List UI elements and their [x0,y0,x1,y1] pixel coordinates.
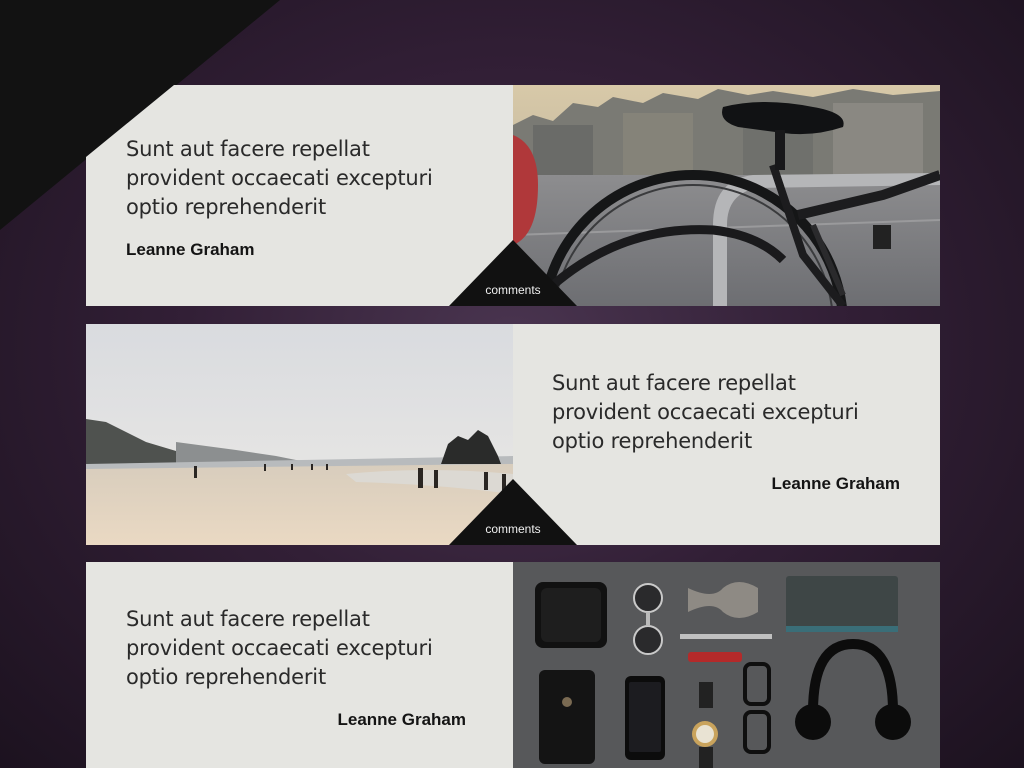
post-author[interactable]: Leanne Graham [552,474,901,494]
beach-photo [86,324,513,545]
post-title-line: Sunt aut facere repellat [126,137,370,161]
post-text-1: Sunt aut facere repellat provident occae… [126,135,466,260]
post-card-1[interactable]: Sunt aut facere repellat provident occae… [86,85,940,306]
post-card-3[interactable]: Sunt aut facere repellat provident occae… [86,562,940,768]
post-title-line: Sunt aut facere repellat [552,371,796,395]
post-author[interactable]: Leanne Graham [126,240,466,260]
post-title-line: optio reprehenderit [126,665,326,689]
post-title-line: Sunt aut facere repellat [126,607,370,631]
bicycle-photo [513,85,940,306]
post-title[interactable]: Sunt aut facere repellat provident occae… [552,369,892,456]
post-title[interactable]: Sunt aut facere repellat provident occae… [126,605,466,692]
post-text-2: Sunt aut facere repellat provident occae… [552,369,900,494]
post-title-line: provident occaecati excepturi [126,166,433,190]
post-title-line: provident occaecati excepturi [552,400,859,424]
accessories-photo [513,562,940,768]
post-text-3: Sunt aut facere repellat provident occae… [126,605,466,730]
post-title-line: optio reprehenderit [126,195,326,219]
post-title-line: optio reprehenderit [552,429,752,453]
post-title[interactable]: Sunt aut facere repellat provident occae… [126,135,466,222]
post-author[interactable]: Leanne Graham [126,710,467,730]
post-card-2[interactable]: Sunt aut facere repellat provident occae… [86,324,940,545]
post-title-line: provident occaecati excepturi [126,636,433,660]
